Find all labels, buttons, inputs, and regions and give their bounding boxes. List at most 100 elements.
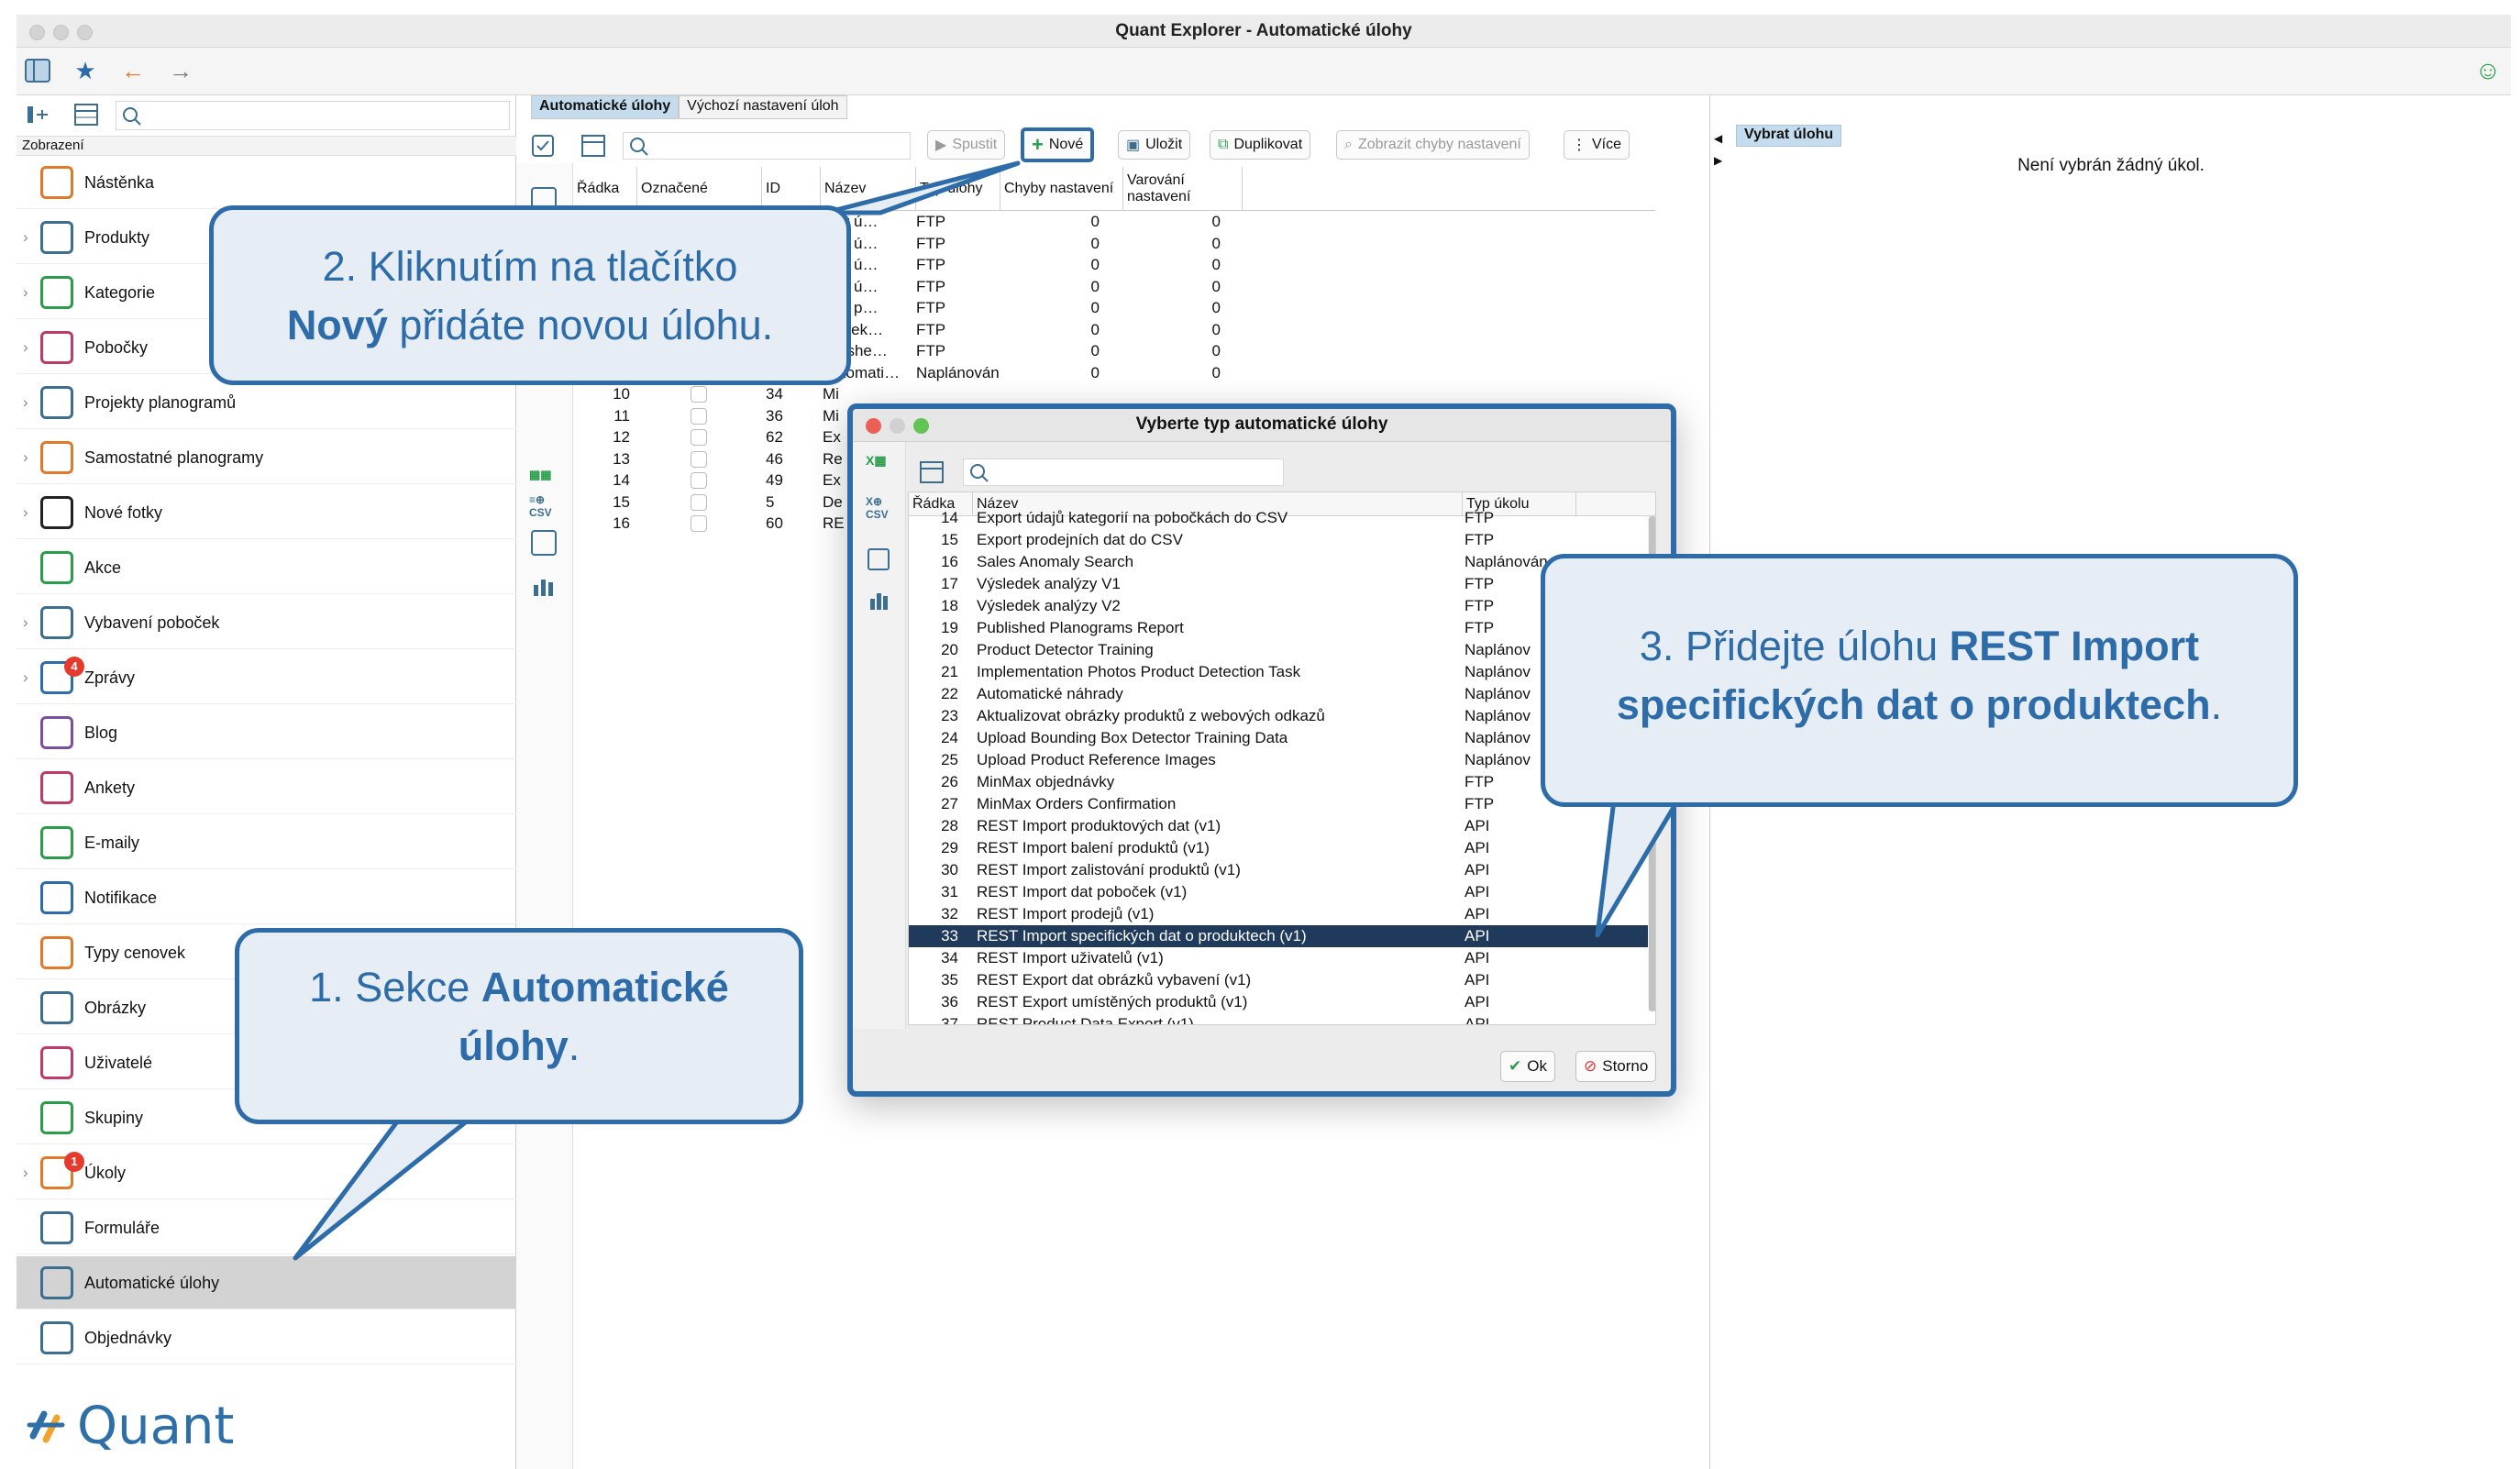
task-type-row[interactable]: 36 REST Export umístěných produktů (v1) AP…: [909, 991, 1650, 1013]
select-all-icon[interactable]: [531, 134, 555, 162]
chevron-right-icon[interactable]: ›: [23, 393, 28, 412]
dialog-close-button[interactable]: [866, 418, 881, 434]
chevron-right-icon[interactable]: ›: [23, 448, 28, 467]
chevron-right-icon[interactable]: ›: [23, 668, 28, 687]
expand-tree-icon[interactable]: [26, 103, 51, 131]
more-button[interactable]: ⋮ Více: [1564, 130, 1630, 160]
sidebar-item[interactable]: Objednávky: [17, 1311, 516, 1364]
sidebar-item[interactable]: › Nové fotky: [17, 486, 516, 539]
sidebar-item[interactable]: Nástěnka: [17, 156, 516, 209]
table-settings-icon[interactable]: [73, 103, 99, 131]
chevron-right-icon[interactable]: ›: [23, 613, 28, 632]
csv-export-icon[interactable]: X⊕ CSV: [866, 495, 889, 521]
export-grid-icon[interactable]: ▦▦: [529, 468, 552, 482]
task-type-row[interactable]: 23 Aktualizovat obrázky produktů z webový…: [909, 705, 1650, 727]
marked-checkbox[interactable]: [691, 450, 707, 468]
task-type-row[interactable]: 25 Upload Product Reference Images Napláno…: [909, 749, 1650, 771]
duplicate-button[interactable]: ⧉ Duplikovat: [1210, 130, 1311, 160]
task-type-row[interactable]: 18 Výsledek analýzy V2 FTP: [909, 595, 1650, 617]
marked-checkbox[interactable]: [691, 515, 707, 532]
columns-settings-icon[interactable]: [580, 134, 606, 162]
chevron-right-icon[interactable]: ›: [23, 228, 28, 247]
marked-checkbox[interactable]: [691, 472, 707, 489]
dialog-minimize-button[interactable]: [890, 418, 905, 434]
task-type-row[interactable]: 37 REST Product Data Export (v1) API: [909, 1013, 1650, 1024]
marked-checkbox[interactable]: [691, 407, 707, 425]
csv-export-icon[interactable]: ≡⊕ CSV: [529, 493, 552, 519]
task-type-row[interactable]: 16 Sales Anomaly Search Naplánováno: [909, 551, 1650, 573]
table-row[interactable]: 10 34 Mi: [573, 383, 1655, 405]
sidebar-item[interactable]: › Vybavení poboček: [17, 596, 516, 649]
sidebar-item[interactable]: Automatické úlohy: [17, 1256, 516, 1309]
task-type-row[interactable]: 32 REST Import prodejů (v1) API: [909, 903, 1650, 925]
col-id[interactable]: ID: [762, 167, 821, 211]
sidebar-item[interactable]: E-maily: [17, 816, 516, 869]
chevron-right-icon[interactable]: ›: [23, 503, 28, 522]
task-type-row[interactable]: 20 Product Detector Training Naplánov: [909, 639, 1650, 661]
task-type-row[interactable]: 35 REST Export dat obrázků vybavení (v1) A…: [909, 969, 1650, 991]
sidebar-toggle-icon[interactable]: [24, 57, 51, 84]
col-marked[interactable]: Označené: [637, 167, 762, 211]
dlg-cell-row: 24: [941, 729, 958, 746]
task-type-row[interactable]: 26 MinMax objednávky FTP: [909, 771, 1650, 793]
favorites-star-icon[interactable]: ★: [72, 57, 99, 84]
show-setting-errors-button[interactable]: ⌕ Zobrazit chyby nastavení: [1336, 130, 1530, 160]
sidebar-item-label: Blog: [84, 723, 118, 742]
new-task-button[interactable]: + Nové: [1021, 127, 1095, 162]
tab-default-task-settings[interactable]: Výchozí nastavení úloh: [679, 95, 847, 119]
sidebar-item[interactable]: Ankety: [17, 761, 516, 814]
dialog-columns-icon[interactable]: [919, 460, 945, 489]
task-type-row[interactable]: 17 Výsledek analýzy V1 FTP: [909, 573, 1650, 595]
dialog-zoom-button[interactable]: [913, 418, 929, 434]
marked-checkbox[interactable]: [691, 429, 707, 446]
back-arrow-icon[interactable]: ←: [119, 57, 147, 84]
sidebar-search-input[interactable]: [116, 101, 510, 130]
sidebar-item[interactable]: Akce: [17, 541, 516, 594]
ok-button[interactable]: ✔ Ok: [1500, 1051, 1555, 1082]
task-type-row[interactable]: 31 REST Import dat poboček (v1) API: [909, 881, 1650, 903]
col-setting-errors[interactable]: Chyby nastavení: [1000, 167, 1123, 211]
save-button[interactable]: ▣ Uložit: [1118, 130, 1191, 160]
task-type-row[interactable]: 15 Export prodejních dat do CSV FTP: [909, 529, 1650, 551]
col-setting-warnings[interactable]: Varování nastavení: [1123, 167, 1243, 211]
task-type-row[interactable]: 24 Upload Bounding Box Detector Training …: [909, 727, 1650, 749]
export-xls-icon[interactable]: X▦: [866, 453, 887, 469]
sidebar-item[interactable]: › Samostatné planogramy: [17, 431, 516, 484]
marked-checkbox[interactable]: [691, 386, 707, 403]
task-type-row[interactable]: 30 REST Import zalistování produktů (v1) A…: [909, 859, 1650, 881]
tab-select-task[interactable]: Vybrat úlohu: [1736, 125, 1842, 147]
chart-icon[interactable]: [868, 589, 891, 615]
callout-1-bold: Automatické úlohy: [458, 964, 729, 1069]
sidebar-item[interactable]: › 1 Úkoly: [17, 1146, 516, 1199]
col-row[interactable]: Řádka: [573, 167, 637, 211]
chevron-right-icon[interactable]: ›: [23, 338, 28, 357]
task-type-row[interactable]: 19 Published Planograms Report FTP: [909, 617, 1650, 639]
task-search-input[interactable]: [623, 132, 911, 160]
forward-arrow-icon[interactable]: →: [167, 57, 194, 84]
tab-automatic-tasks[interactable]: Automatické úlohy: [531, 95, 680, 119]
task-type-row[interactable]: 29 REST Import balení produktů (v1) API: [909, 837, 1650, 859]
task-type-row[interactable]: 28 REST Import produktových dat (v1) API: [909, 815, 1650, 837]
task-type-row[interactable]: 22 Automatické náhrady Naplánov: [909, 683, 1650, 705]
import-icon[interactable]: [531, 530, 557, 556]
sidebar-item[interactable]: Blog: [17, 706, 516, 759]
task-type-row[interactable]: 21 Implementation Photos Product Detectio…: [909, 661, 1650, 683]
marked-checkbox[interactable]: [691, 493, 707, 511]
col-name[interactable]: Název: [821, 167, 916, 211]
sidebar-item[interactable]: Notifikace: [17, 871, 516, 924]
chevron-right-icon[interactable]: ›: [23, 283, 28, 302]
task-type-row[interactable]: 27 MinMax Orders Confirmation FTP: [909, 793, 1650, 815]
run-button[interactable]: ▶ Spustit: [927, 130, 1006, 160]
dialog-search-input[interactable]: [963, 458, 1284, 486]
chevron-right-icon[interactable]: ›: [23, 1164, 28, 1182]
task-type-row[interactable]: 14 Export údajů kategorií na pobočkách do…: [909, 507, 1650, 529]
task-type-row[interactable]: 34 REST Import uživatelů (v1) API: [909, 947, 1650, 969]
sidebar-item[interactable]: › 4 Zprávy: [17, 651, 516, 704]
col-task-type[interactable]: Typ úlohy: [916, 167, 1000, 211]
task-type-row[interactable]: 33 REST Import specifických dat o produkt…: [909, 925, 1650, 947]
cancel-button[interactable]: ⊘ Storno: [1575, 1051, 1657, 1082]
sidebar-item[interactable]: Formuláře: [17, 1201, 516, 1254]
import-icon[interactable]: [868, 548, 890, 570]
collapse-left-icon[interactable]: ◀: [1714, 132, 1722, 145]
chart-icon[interactable]: [531, 574, 557, 602]
